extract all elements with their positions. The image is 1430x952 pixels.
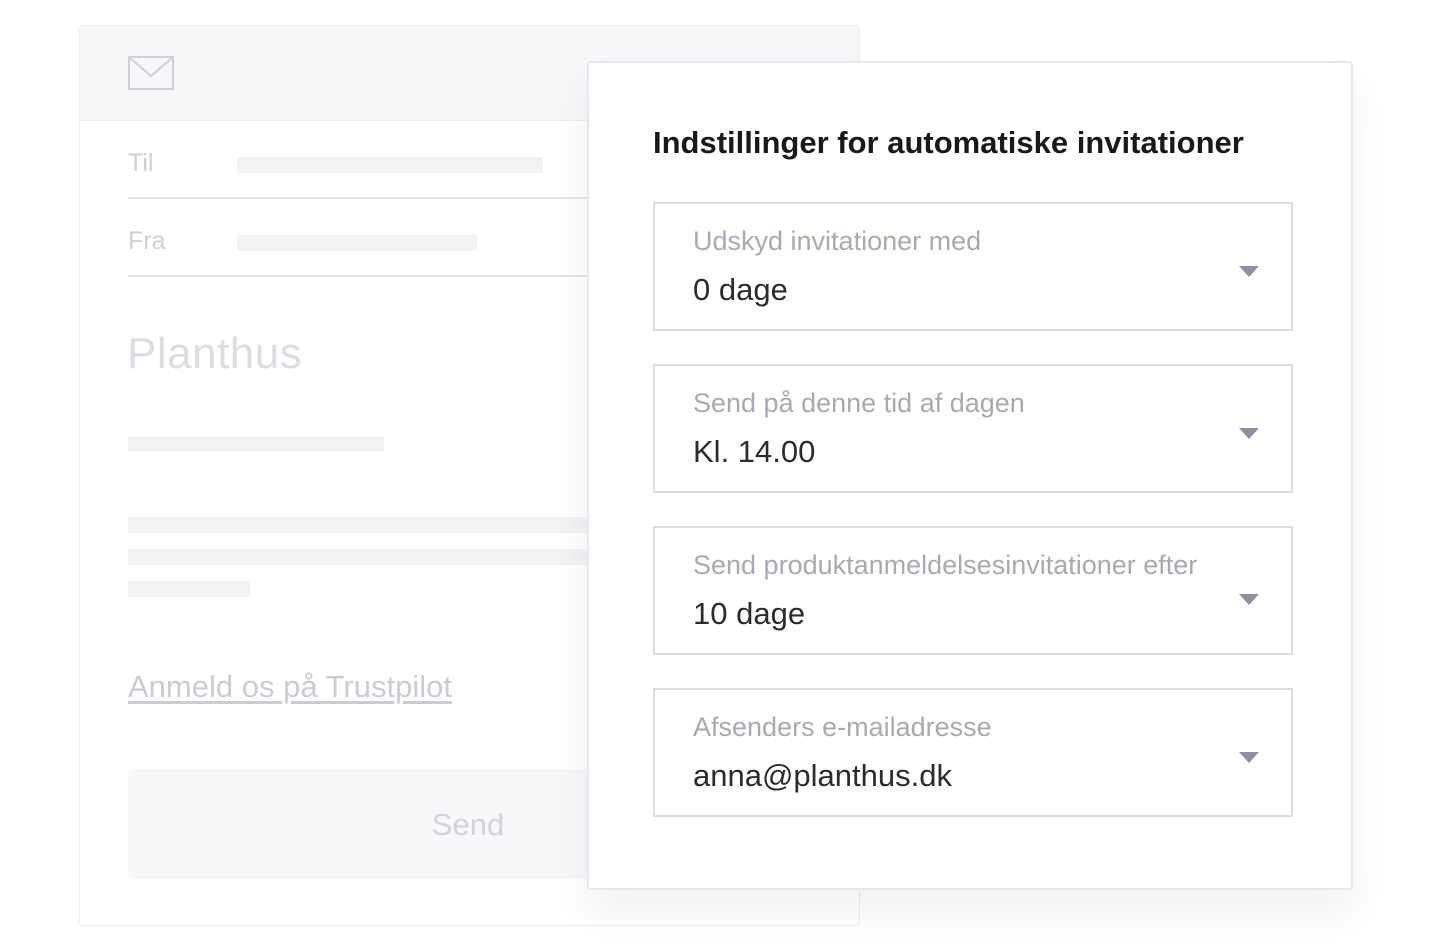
- select-value: 10 dage: [693, 596, 806, 631]
- select-label: Send på denne tid af dagen: [693, 388, 1025, 418]
- from-field: [237, 235, 477, 251]
- envelope-icon: [128, 56, 174, 90]
- send-time-select[interactable]: Send på denne tid af dagen Kl. 14.00: [653, 364, 1293, 493]
- auto-invitation-settings-panel: Indstillinger for automatiske invitation…: [587, 61, 1353, 890]
- sender-email-select[interactable]: Afsenders e-mailadresse anna@planthus.dk: [653, 688, 1293, 817]
- text-placeholder: [128, 581, 250, 597]
- to-field: [237, 157, 543, 173]
- review-link[interactable]: Anmeld os på Trustpilot: [128, 669, 452, 705]
- text-placeholder: [128, 549, 648, 565]
- panel-title: Indstillinger for automatiske invitation…: [653, 125, 1244, 160]
- from-label: Fra: [128, 227, 166, 255]
- select-label: Afsenders e-mailadresse: [693, 712, 992, 742]
- text-placeholder: [128, 436, 384, 452]
- brand-name: Planthus: [127, 329, 303, 378]
- text-placeholder: [128, 517, 648, 533]
- delay-select[interactable]: Udskyd invitationer med 0 dage: [653, 202, 1293, 331]
- select-label: Udskyd invitationer med: [693, 226, 982, 256]
- select-value: 0 dage: [693, 272, 788, 307]
- product-review-delay-select[interactable]: Send produktanmeldelsesinvitationer efte…: [653, 526, 1293, 655]
- select-value: Kl. 14.00: [693, 434, 816, 469]
- to-label: Til: [128, 149, 154, 177]
- select-label: Send produktanmeldelsesinvitationer efte…: [693, 550, 1198, 580]
- chevron-down-icon: [1239, 752, 1259, 763]
- chevron-down-icon: [1239, 266, 1259, 277]
- select-value: anna@planthus.dk: [693, 758, 952, 793]
- chevron-down-icon: [1239, 594, 1259, 605]
- chevron-down-icon: [1239, 428, 1259, 439]
